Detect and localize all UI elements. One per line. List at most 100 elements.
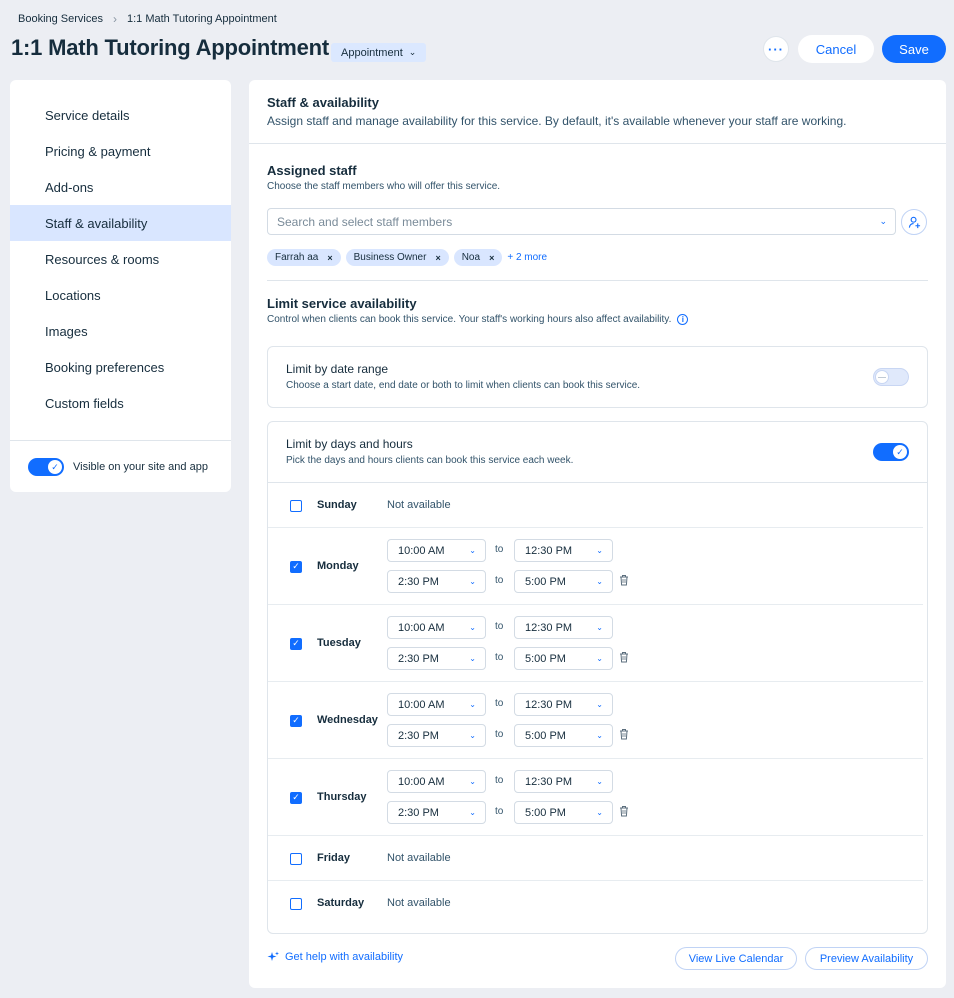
- day-checkbox[interactable]: ✓: [290, 791, 302, 804]
- staff-chip: Business Owner ×: [345, 249, 449, 266]
- breadcrumb-current: 1:1 Math Tutoring Appointment: [127, 13, 277, 25]
- time-to-select[interactable]: 5:00 PM ⌄: [514, 647, 613, 670]
- sidebar-item-label: Booking preferences: [45, 359, 165, 375]
- chevron-down-icon: ⌄: [596, 623, 603, 632]
- more-staff-link[interactable]: + 2 more: [507, 252, 547, 263]
- day-row-monday: ✓ Monday 10:00 AM ⌄ 12:30 PM ⌄ to 2:30 PM ⌄ 5:00 …: [268, 528, 923, 605]
- day-checkbox[interactable]: [290, 852, 302, 865]
- sidebar-divider: [10, 440, 231, 441]
- sidebar-item-label: Add-ons: [45, 179, 94, 195]
- time-to-select[interactable]: 12:30 PM ⌄: [514, 770, 613, 793]
- to-label: to: [495, 698, 504, 709]
- view-live-calendar-button[interactable]: View Live Calendar: [675, 947, 797, 970]
- remove-icon[interactable]: ×: [489, 253, 494, 263]
- time-from-select[interactable]: 2:30 PM ⌄: [387, 724, 486, 747]
- time-from-select[interactable]: 10:00 AM ⌄: [387, 539, 486, 562]
- time-value: 12:30 PM: [525, 544, 573, 557]
- time-to-select[interactable]: 5:00 PM ⌄: [514, 724, 613, 747]
- days-hours-card: Limit by days and hours Pick the days an…: [267, 421, 928, 934]
- sidebar-item-label: Images: [45, 323, 88, 339]
- day-row-sunday: Sunday Not available: [268, 483, 923, 528]
- trash-icon[interactable]: [619, 651, 629, 666]
- time-value: 10:00 AM: [398, 621, 445, 634]
- chevron-down-icon: ⌄: [596, 546, 603, 555]
- visible-toggle[interactable]: ✓: [28, 458, 64, 476]
- assigned-staff-title: Assigned staff: [267, 163, 357, 178]
- day-row-thursday: ✓ Thursday 10:00 AM ⌄ 12:30 PM ⌄ to 2:30 PM ⌄ 5:0…: [268, 759, 923, 836]
- toggle-knob: —: [875, 370, 889, 384]
- time-value: 5:00 PM: [525, 575, 566, 588]
- limit-subtitle: Control when clients can book this servi…: [267, 314, 672, 325]
- time-to-select[interactable]: 12:30 PM ⌄: [514, 693, 613, 716]
- sidebar-item-label: Custom fields: [45, 395, 124, 411]
- remove-icon[interactable]: ×: [327, 253, 332, 263]
- more-actions-button[interactable]: ···: [763, 36, 789, 62]
- sidebar-item-service-details[interactable]: Service details: [10, 97, 231, 133]
- page-title: 1:1 Math Tutoring Appointment: [11, 35, 330, 60]
- sidebar-item-custom-fields[interactable]: Custom fields: [10, 385, 231, 421]
- sidebar-item-pricing-payment[interactable]: Pricing & payment: [10, 133, 231, 169]
- add-staff-button[interactable]: [901, 209, 927, 235]
- chevron-down-icon: ⌄: [596, 731, 603, 740]
- day-checkbox[interactable]: [290, 499, 302, 512]
- section-subtitle: Assign staff and manage availability for…: [267, 114, 847, 128]
- help-link[interactable]: Get help with availability: [267, 951, 403, 963]
- time-to-select[interactable]: 12:30 PM ⌄: [514, 539, 613, 562]
- to-label: to: [495, 729, 504, 740]
- sidebar-item-staff-availability[interactable]: Staff & availability: [10, 205, 231, 241]
- cancel-button[interactable]: Cancel: [798, 35, 874, 63]
- type-dropdown[interactable]: Appointment ⌄: [331, 43, 427, 62]
- sparkle-icon: [267, 951, 279, 961]
- time-to-select[interactable]: 5:00 PM ⌄: [514, 801, 613, 824]
- day-row-friday: Friday Not available: [268, 836, 923, 881]
- time-to-select[interactable]: 12:30 PM ⌄: [514, 616, 613, 639]
- info-icon[interactable]: i: [677, 314, 689, 325]
- sidebar-item-locations[interactable]: Locations: [10, 277, 231, 313]
- limit-subtitle-row: Control when clients can book this servi…: [267, 314, 689, 325]
- to-label: to: [495, 652, 504, 663]
- time-from-select[interactable]: 2:30 PM ⌄: [387, 801, 486, 824]
- sidebar-item-images[interactable]: Images: [10, 313, 231, 349]
- day-name: Wednesday: [317, 713, 378, 726]
- date-range-toggle[interactable]: —: [873, 368, 909, 386]
- help-link-label: Get help with availability: [285, 951, 404, 963]
- time-from-select[interactable]: 10:00 AM ⌄: [387, 770, 486, 793]
- staff-search-placeholder: Search and select staff members: [277, 214, 453, 229]
- date-range-title: Limit by date range: [286, 362, 389, 376]
- breadcrumb-root[interactable]: Booking Services: [18, 13, 103, 25]
- sidebar-item-resources-rooms[interactable]: Resources & rooms: [10, 241, 231, 277]
- time-from-select[interactable]: 2:30 PM ⌄: [387, 570, 486, 593]
- staff-search-input[interactable]: Search and select staff members ⌄: [267, 208, 896, 235]
- check-icon: ✓: [893, 445, 907, 459]
- day-checkbox[interactable]: ✓: [290, 637, 302, 650]
- time-from-select[interactable]: 10:00 AM ⌄: [387, 693, 486, 716]
- day-name: Friday: [317, 851, 351, 864]
- date-range-subtitle: Choose a start date, end date or both to…: [286, 380, 641, 391]
- trash-icon[interactable]: [619, 805, 629, 820]
- visibility-row: ✓ Visible on your site and app: [28, 458, 208, 476]
- remove-icon[interactable]: ×: [435, 253, 440, 263]
- time-to-select[interactable]: 5:00 PM ⌄: [514, 570, 613, 593]
- time-from-select[interactable]: 2:30 PM ⌄: [387, 647, 486, 670]
- day-checkbox[interactable]: ✓: [290, 714, 302, 727]
- time-value: 12:30 PM: [525, 775, 573, 788]
- trash-icon[interactable]: [619, 574, 629, 589]
- time-value: 5:00 PM: [525, 729, 566, 742]
- staff-chip-label: Farrah aa: [275, 252, 319, 263]
- day-name: Monday: [317, 559, 359, 572]
- sidebar-item-booking-preferences[interactable]: Booking preferences: [10, 349, 231, 385]
- breadcrumb-separator: ›: [113, 12, 117, 26]
- save-button[interactable]: Save: [882, 35, 946, 63]
- day-checkbox[interactable]: [290, 897, 302, 910]
- preview-availability-button[interactable]: Preview Availability: [805, 947, 928, 970]
- time-value: 12:30 PM: [525, 621, 573, 634]
- days-hours-toggle[interactable]: ✓: [873, 443, 909, 461]
- sidebar-item-add-ons[interactable]: Add-ons: [10, 169, 231, 205]
- more-icon: ···: [768, 41, 784, 57]
- time-from-select[interactable]: 10:00 AM ⌄: [387, 616, 486, 639]
- chevron-down-icon: ⌄: [469, 808, 476, 817]
- chevron-down-icon: ⌄: [596, 577, 603, 586]
- trash-icon[interactable]: [619, 728, 629, 743]
- sidebar: Service details Pricing & payment Add-ons S…: [10, 80, 231, 492]
- day-checkbox[interactable]: ✓: [290, 560, 302, 573]
